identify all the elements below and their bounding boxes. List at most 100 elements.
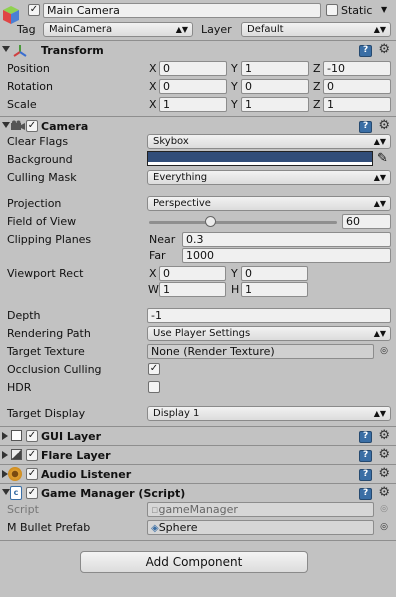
layer-label: Layer <box>201 23 232 36</box>
transform-row-label: Rotation <box>7 80 54 93</box>
fov-label: Field of View <box>7 215 77 228</box>
axis-x-label: X <box>149 98 157 111</box>
static-dropdown-icon[interactable]: ▼ <box>381 5 387 14</box>
near-field[interactable]: 0.3 <box>182 232 391 247</box>
viewport-x-field[interactable]: 0 <box>159 266 226 281</box>
scale-y-field[interactable]: 1 <box>241 97 309 112</box>
script-value: gameManager <box>158 503 238 516</box>
foldout-arrow-icon[interactable] <box>2 489 10 495</box>
m-bullet-prefab-label: M Bullet Prefab <box>7 521 91 534</box>
clipping-planes-label: Clipping Planes <box>7 233 92 246</box>
add-component-button[interactable]: Add Component <box>80 551 308 573</box>
rendering-path-value: Use Player Settings <box>153 328 251 339</box>
gameobject-active-checkbox[interactable]: ✓ <box>28 4 40 16</box>
gear-icon[interactable]: ⚙ <box>378 467 390 480</box>
scale-z-field[interactable]: 1 <box>323 97 391 112</box>
fov-field[interactable]: 60 <box>342 214 391 229</box>
viewport-w-field[interactable]: 1 <box>159 282 226 297</box>
foldout-arrow-icon[interactable] <box>2 432 8 440</box>
flare-layer-enabled-checkbox[interactable]: ✓ <box>26 449 38 461</box>
clear-flags-value: Skybox <box>153 136 189 147</box>
transform-axes-icon <box>12 43 27 57</box>
game-manager-header[interactable]: c ✓ Game Manager (Script) ⚙ <box>0 484 396 503</box>
hdr-checkbox[interactable] <box>148 381 160 393</box>
background-color-swatch[interactable] <box>147 151 373 166</box>
script-field: ▫gameManager <box>147 502 374 517</box>
gui-layer-icon <box>11 430 22 441</box>
fov-slider-thumb[interactable] <box>205 216 217 227</box>
scale-x-field[interactable]: 1 <box>159 97 227 112</box>
flare-layer-header[interactable]: ✓ Flare Layer ⚙ <box>0 446 396 465</box>
gameobject-name-field[interactable]: Main Camera <box>43 3 321 18</box>
viewport-y-field[interactable]: 0 <box>241 266 308 281</box>
flare-layer-title: Flare Layer <box>41 449 111 462</box>
transform-header[interactable]: Transform ⚙ <box>0 41 396 60</box>
position-z-field[interactable]: -10 <box>323 61 391 76</box>
game-manager-title: Game Manager (Script) <box>41 487 186 500</box>
divider <box>0 540 396 541</box>
script-label: Script <box>7 503 39 516</box>
gear-icon[interactable]: ⚙ <box>378 448 390 461</box>
viewport-x-label: X <box>149 267 157 280</box>
help-icon[interactable] <box>359 45 372 57</box>
axis-y-label: Y <box>231 80 238 93</box>
gear-icon[interactable]: ⚙ <box>378 486 390 499</box>
transform-row-label: Position <box>7 62 50 75</box>
audio-listener-title: Audio Listener <box>41 468 132 481</box>
eyedropper-icon[interactable]: ✎ <box>377 151 388 166</box>
far-field[interactable]: 1000 <box>182 248 391 263</box>
chevron-down-icon: ▲▼ <box>373 329 386 338</box>
target-texture-field[interactable]: None (Render Texture) <box>147 344 374 359</box>
position-x-field[interactable]: 0 <box>159 61 227 76</box>
static-label: Static <box>341 4 373 17</box>
chevron-down-icon: ▲▼ <box>373 173 386 182</box>
game-manager-enabled-checkbox[interactable]: ✓ <box>26 487 38 499</box>
help-icon[interactable] <box>359 121 372 133</box>
foldout-arrow-icon[interactable] <box>2 46 10 52</box>
static-checkbox[interactable] <box>326 4 338 16</box>
occlusion-culling-checkbox[interactable]: ✓ <box>148 363 160 375</box>
target-display-dropdown[interactable]: Display 1 ▲▼ <box>147 406 391 421</box>
audio-listener-enabled-checkbox[interactable]: ✓ <box>26 468 38 480</box>
depth-label: Depth <box>7 309 41 322</box>
gui-layer-enabled-checkbox[interactable]: ✓ <box>26 430 38 442</box>
clear-flags-dropdown[interactable]: Skybox ▲▼ <box>147 134 391 149</box>
culling-mask-label: Culling Mask <box>7 171 77 184</box>
object-picker-icon[interactable]: ◎ <box>380 346 388 356</box>
foldout-arrow-icon[interactable] <box>2 122 10 128</box>
fov-slider-track[interactable] <box>149 221 337 224</box>
gear-icon[interactable]: ⚙ <box>378 43 390 56</box>
axis-y-label: Y <box>231 98 238 111</box>
rotation-y-field[interactable]: 0 <box>241 79 309 94</box>
help-icon[interactable] <box>359 488 372 500</box>
gui-layer-title: GUI Layer <box>41 430 102 443</box>
object-picker-icon: ◎ <box>380 504 388 514</box>
viewport-h-field[interactable]: 1 <box>241 282 308 297</box>
foldout-arrow-icon[interactable] <box>2 451 8 459</box>
rendering-path-dropdown[interactable]: Use Player Settings ▲▼ <box>147 326 391 341</box>
camera-title: Camera <box>41 120 89 133</box>
camera-enabled-checkbox[interactable]: ✓ <box>26 120 38 132</box>
help-icon[interactable] <box>359 431 372 443</box>
rotation-x-field[interactable]: 0 <box>159 79 227 94</box>
camera-icon <box>10 120 25 134</box>
script-icon: c <box>10 486 22 500</box>
m-bullet-prefab-field[interactable]: ◈Sphere <box>147 520 374 535</box>
background-label: Background <box>7 153 73 166</box>
tag-dropdown[interactable]: MainCamera ▲▼ <box>43 22 193 37</box>
help-icon[interactable] <box>359 450 372 462</box>
viewport-rect-label: Viewport Rect <box>7 267 84 280</box>
rotation-z-field[interactable]: 0 <box>323 79 391 94</box>
object-picker-icon[interactable]: ◎ <box>380 522 388 532</box>
rendering-path-label: Rendering Path <box>7 327 91 340</box>
projection-dropdown[interactable]: Perspective ▲▼ <box>147 196 391 211</box>
help-icon[interactable] <box>359 469 372 481</box>
depth-field[interactable]: -1 <box>147 308 391 323</box>
layer-dropdown[interactable]: Default ▲▼ <box>241 22 391 37</box>
gui-layer-header[interactable]: ✓ GUI Layer ⚙ <box>0 427 396 446</box>
position-y-field[interactable]: 1 <box>241 61 309 76</box>
culling-mask-dropdown[interactable]: Everything ▲▼ <box>147 170 391 185</box>
audio-listener-header[interactable]: ✓ Audio Listener ⚙ <box>0 465 396 484</box>
gear-icon[interactable]: ⚙ <box>378 429 390 442</box>
gear-icon[interactable]: ⚙ <box>378 119 390 132</box>
